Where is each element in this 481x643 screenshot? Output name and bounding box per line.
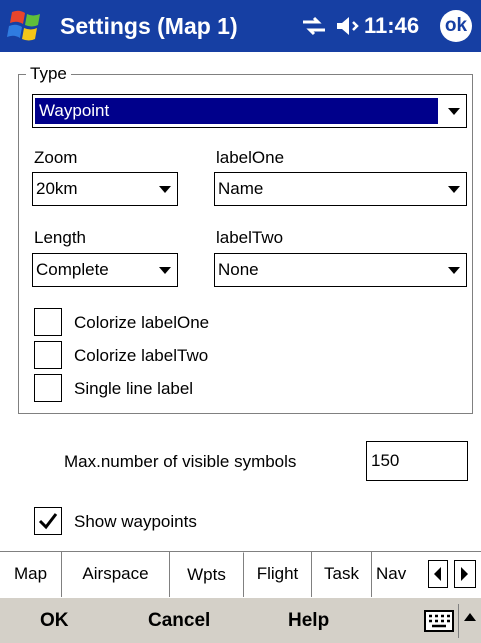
- zoom-dropdown[interactable]: 20km: [32, 172, 178, 206]
- label-one-dropdown-value: Name: [218, 179, 264, 198]
- max-symbols-label: Max.number of visible symbols: [64, 452, 297, 471]
- show-waypoints-checkbox[interactable]: [34, 507, 62, 535]
- colorize-label-two-label[interactable]: Colorize labelTwo: [74, 346, 208, 366]
- length-label: Length: [34, 228, 86, 247]
- ok-close-button[interactable]: ok: [440, 10, 472, 42]
- checkmark-icon: [38, 513, 58, 530]
- chevron-down-icon: [448, 186, 460, 193]
- tab-strip: Map Airspace Wpts Flight Task Nav: [0, 551, 481, 597]
- windows-flag-icon[interactable]: [6, 8, 46, 44]
- max-symbols-input[interactable]: 150: [366, 441, 468, 481]
- tab-wpts[interactable]: Wpts: [170, 552, 244, 597]
- chevron-down-icon: [448, 108, 460, 115]
- label-two-dropdown-value: None: [218, 260, 259, 279]
- length-dropdown-value: Complete: [36, 260, 109, 279]
- single-line-label-checkbox[interactable]: [34, 374, 62, 402]
- triangle-right-icon: [461, 567, 468, 581]
- tab-flight[interactable]: Flight: [244, 552, 312, 597]
- type-dropdown[interactable]: Waypoint: [32, 94, 467, 128]
- type-group-legend: Type: [26, 64, 71, 84]
- label-two-label: labelTwo: [216, 228, 284, 247]
- chevron-down-icon: [448, 267, 460, 274]
- clock[interactable]: 11:46: [364, 12, 419, 40]
- chevron-up-icon[interactable]: [463, 611, 477, 623]
- tab-airspace[interactable]: Airspace: [62, 552, 170, 597]
- length-dropdown[interactable]: Complete: [32, 253, 178, 287]
- chevron-down-icon: [159, 267, 171, 274]
- triangle-left-icon: [434, 567, 441, 581]
- input-panel-separator: [458, 604, 459, 638]
- max-symbols-value: 150: [371, 451, 400, 470]
- tab-nav[interactable]: Nav: [372, 552, 424, 597]
- colorize-label-two-checkbox[interactable]: [34, 341, 62, 369]
- help-button[interactable]: Help: [288, 598, 329, 643]
- keyboard-icon[interactable]: [424, 610, 454, 632]
- colorize-label-one-label[interactable]: Colorize labelOne: [74, 313, 209, 333]
- title-bar: Settings (Map 1) 11:46 ok: [0, 0, 481, 52]
- colorize-label-one-checkbox[interactable]: [34, 308, 62, 336]
- command-bar: OK Cancel Help: [0, 597, 481, 643]
- zoom-label: Zoom: [34, 148, 78, 167]
- label-one-label: labelOne: [216, 148, 285, 167]
- label-one-dropdown[interactable]: Name: [214, 172, 467, 206]
- tab-task[interactable]: Task: [312, 552, 372, 597]
- speaker-icon[interactable]: [334, 14, 362, 38]
- show-waypoints-label[interactable]: Show waypoints: [74, 512, 197, 532]
- tab-scroll-right-button[interactable]: [454, 560, 476, 588]
- tab-scroll-left-button[interactable]: [428, 560, 448, 588]
- label-two-dropdown[interactable]: None: [214, 253, 467, 287]
- connectivity-icon[interactable]: [300, 14, 328, 38]
- cancel-button[interactable]: Cancel: [148, 598, 210, 643]
- ok-button[interactable]: OK: [40, 598, 69, 643]
- zoom-dropdown-value: 20km: [36, 179, 78, 198]
- window-title: Settings (Map 1): [60, 13, 238, 39]
- single-line-label-label[interactable]: Single line label: [74, 379, 193, 399]
- type-dropdown-value: Waypoint: [35, 98, 438, 124]
- chevron-down-icon: [159, 186, 171, 193]
- tab-map[interactable]: Map: [0, 552, 62, 597]
